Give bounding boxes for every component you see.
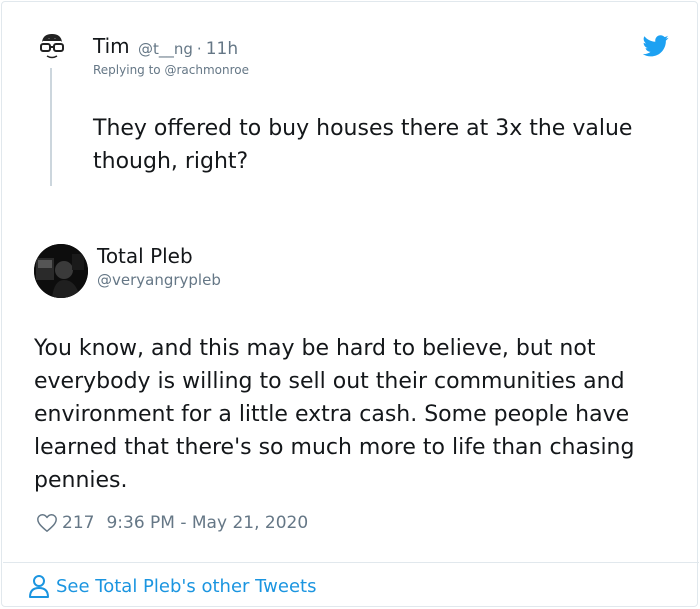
parent-author-name[interactable]: Tim: [93, 34, 130, 58]
footer-divider: [3, 562, 699, 563]
thread-connector-line: [50, 68, 52, 186]
see-other-tweets-link[interactable]: See Total Pleb's other Tweets: [28, 572, 316, 600]
tweet-embed-card: Tim @t__ng · 11h Replying to @rachmonroe T…: [1, 1, 699, 607]
twitter-bird-icon[interactable]: [643, 35, 669, 57]
like-count[interactable]: 217: [62, 513, 94, 533]
author-name[interactable]: Total Pleb: [97, 244, 193, 268]
avatar[interactable]: [34, 244, 88, 298]
glasses-face-icon[interactable]: [38, 32, 66, 60]
meta-separator: ·: [196, 40, 202, 58]
parent-author-meta: @t__ng · 11h: [138, 39, 238, 59]
see-other-tweets-label: See Total Pleb's other Tweets: [56, 575, 317, 597]
tweet-timestamp[interactable]: 9:36 PM - May 21, 2020: [106, 513, 308, 533]
parent-tweet-text: They offered to buy houses there at 3x t…: [93, 116, 633, 174]
replying-to-label[interactable]: Replying to @rachmonroe: [93, 63, 249, 77]
tweet-text: You know, and this may be hard to believ…: [34, 336, 635, 493]
profile-photo: [34, 244, 88, 298]
author-handle[interactable]: @veryangrypleb: [97, 271, 221, 289]
parent-author-handle[interactable]: @t__ng: [138, 40, 193, 58]
tweet-stats: 217 9:36 PM - May 21, 2020: [36, 511, 308, 535]
parent-time-ago[interactable]: 11h: [206, 39, 238, 59]
heart-icon[interactable]: [36, 512, 58, 534]
person-icon: [29, 575, 49, 598]
